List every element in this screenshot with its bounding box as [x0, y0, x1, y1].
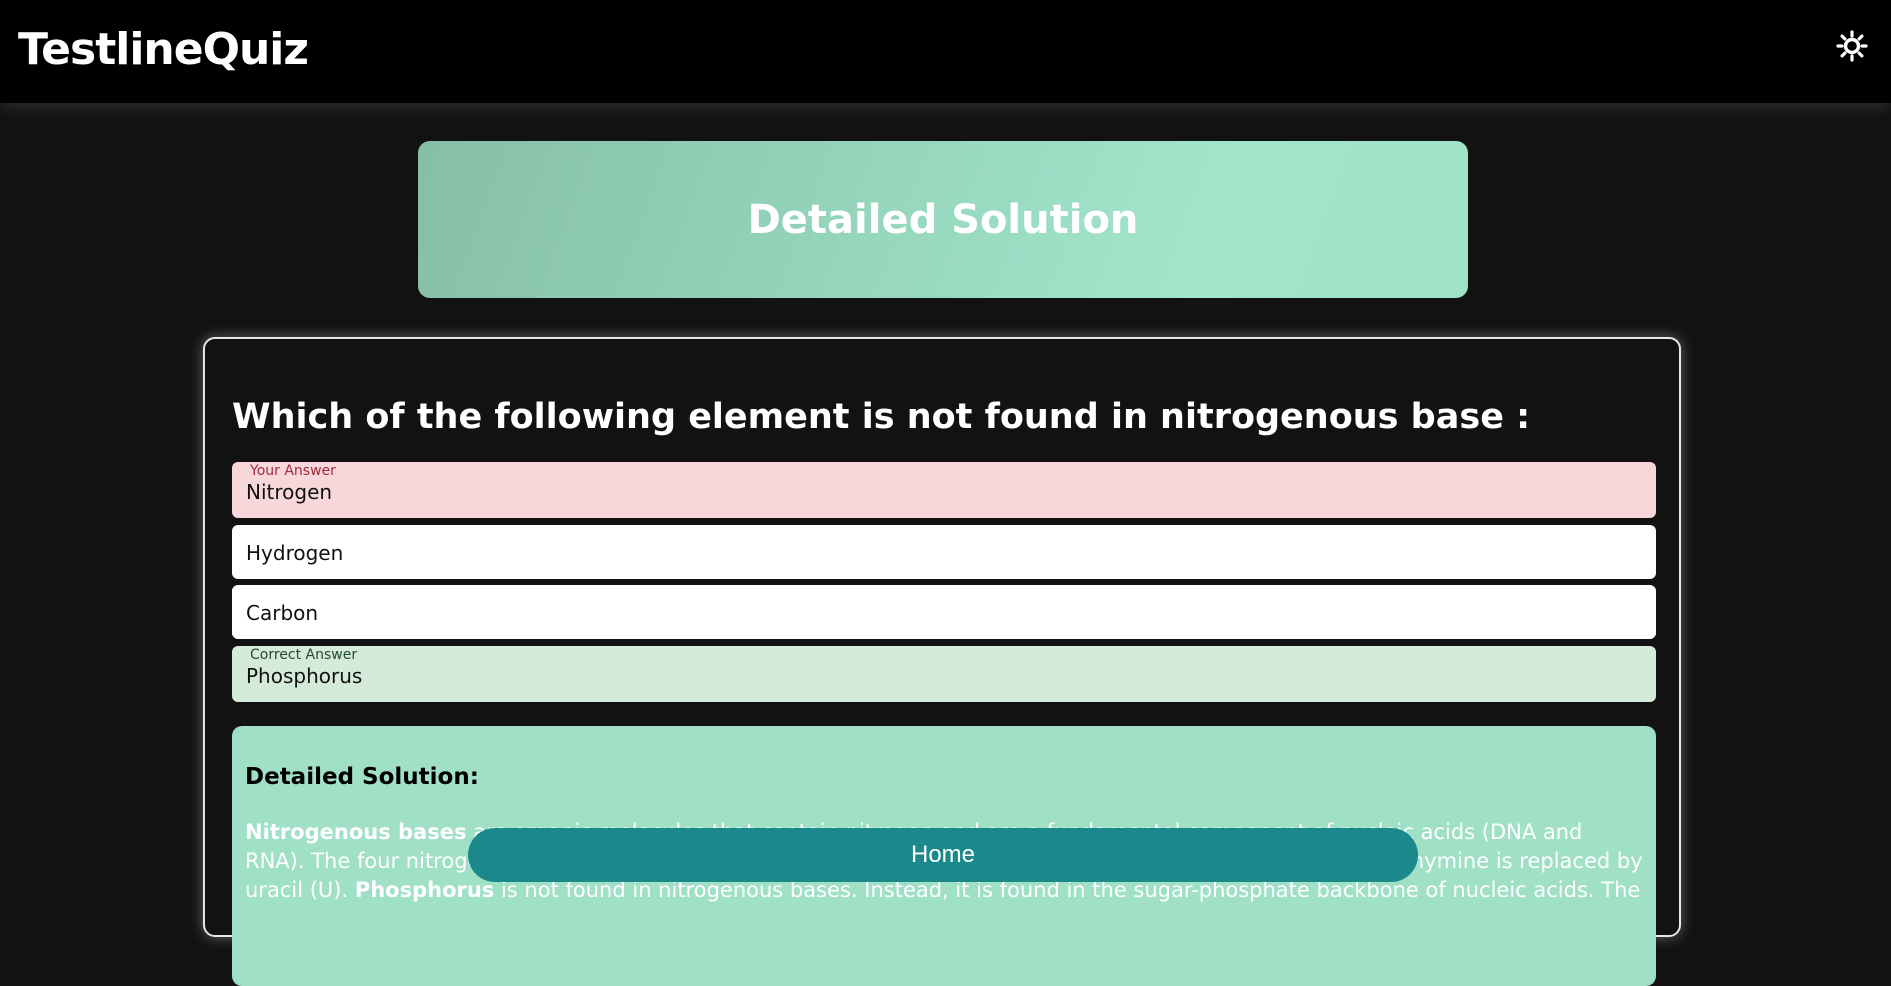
brand-logo[interactable]: TestlineQuiz: [18, 24, 309, 75]
option-item[interactable]: Hydrogen: [232, 525, 1656, 579]
option-item[interactable]: Carbon: [232, 585, 1656, 639]
solution-header-banner: Detailed Solution: [418, 141, 1468, 298]
theme-toggle-button[interactable]: [1834, 28, 1870, 64]
option-correct-answer[interactable]: Correct Answer Phosphorus: [232, 646, 1656, 702]
option-label: Phosphorus: [246, 664, 363, 688]
option-label: Nitrogen: [246, 480, 333, 504]
top-navbar: TestlineQuiz: [0, 0, 1891, 103]
page-title: Detailed Solution: [747, 196, 1139, 243]
solution-term: Nitrogenous bases: [245, 820, 467, 844]
sun-icon: [1836, 30, 1868, 62]
option-label: Carbon: [246, 601, 319, 625]
solution-title: Detailed Solution:: [245, 764, 479, 790]
option-your-answer[interactable]: Your Answer Nitrogen: [232, 462, 1656, 518]
question-text: Which of the following element is not fo…: [232, 397, 1531, 437]
your-answer-tag: Your Answer: [250, 463, 336, 479]
option-label: Hydrogen: [246, 541, 344, 565]
solution-term: Phosphorus: [354, 878, 495, 902]
correct-answer-tag: Correct Answer: [250, 647, 358, 663]
home-button[interactable]: Home: [468, 828, 1418, 882]
